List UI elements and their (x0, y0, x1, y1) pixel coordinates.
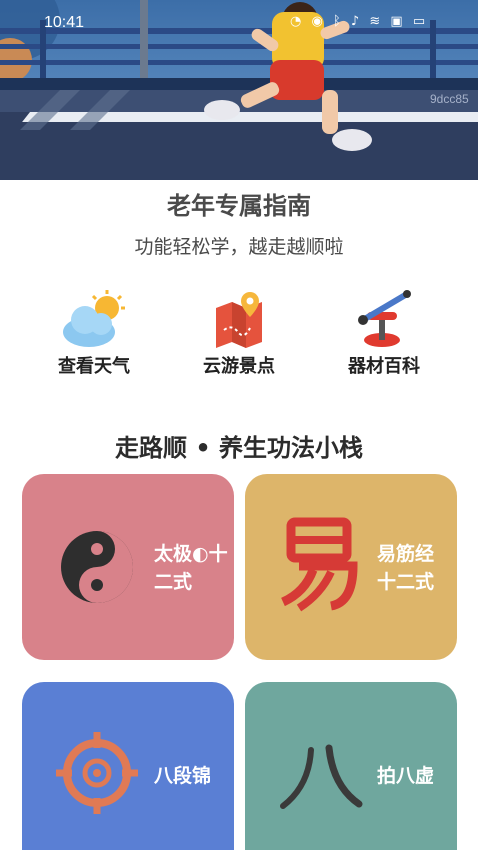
yi-character-icon (281, 517, 358, 612)
section-title: 走路顺 • 养生功法小栈 (114, 434, 364, 462)
card-yijinjing[interactable]: 易筋经 十二式 (245, 474, 457, 660)
guide-title: 老年专属指南 (167, 192, 311, 220)
battery-saver-icon: ▣ (390, 14, 406, 29)
card-paibaxu-label: 拍八虚 (377, 765, 435, 787)
shortcut-scenic-label: 云游景点 (203, 356, 275, 377)
battery-icon: ▭ (412, 14, 429, 29)
shortcut-weather-label: 查看天气 (58, 356, 130, 377)
taiji-icon (61, 531, 133, 603)
status-time: 10:41 (44, 14, 85, 31)
shortcut-scenic[interactable]: 云游景点 (169, 290, 309, 382)
eye-icon: ◉ (311, 14, 326, 29)
card-yijinjing-label: 易筋经 十二式 (377, 543, 435, 593)
card-baduanjin[interactable]: 八段锦 (22, 682, 234, 850)
mute-icon: ♪ (350, 14, 363, 29)
card-paibaxu[interactable]: 拍八虚 (245, 682, 457, 850)
shortcut-equipment[interactable]: 器材百科 (314, 290, 454, 382)
shortcut-weather[interactable]: 查看天气 (24, 290, 164, 382)
ba-character-icon (280, 744, 363, 809)
weather-icon (63, 290, 125, 347)
status-icons: ◔ ◉ ᛒ ♪ ≋ ▣ ▭ (290, 14, 428, 29)
fitness-equipment-icon (358, 290, 411, 347)
card-baduanjin-label: 八段锦 (154, 765, 212, 787)
card-taiji[interactable]: 太极◐十 二式 (22, 474, 234, 660)
card-taiji-label: 太极◐十 二式 (154, 543, 228, 593)
shortcut-equipment-label: 器材百科 (348, 356, 420, 377)
wifi-icon: ≋ (369, 14, 384, 29)
hero-banner: 10:41 ◔ ◉ ᛒ ♪ ≋ ▣ ▭ 9dcc85 (0, 0, 478, 180)
map-icon (216, 292, 262, 348)
target-icon (56, 732, 138, 814)
status-bar: 10:41 ◔ ◉ ᛒ ♪ ≋ ▣ ▭ (0, 0, 478, 40)
guide-subtitle: 功能轻松学，越走越顺啦 (134, 236, 344, 258)
nfc-icon: ◔ (290, 14, 305, 29)
watermark: 9dcc85 (430, 92, 469, 106)
bluetooth-icon: ᛒ (332, 14, 344, 29)
